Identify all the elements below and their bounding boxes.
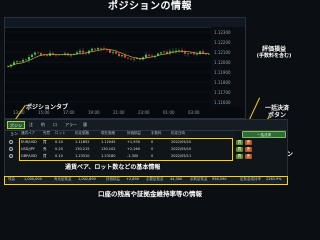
table-header: 通貨ペア 売買 ロット 約定価格 現在価格 評価損益 手数料 約定日時 <box>19 131 235 137</box>
price-tick-label: 1.12100 <box>214 50 231 55</box>
tab-history[interactable]: 履歴 <box>81 121 91 135</box>
candle <box>31 54 33 58</box>
candle <box>118 53 120 57</box>
candle <box>34 52 36 55</box>
candle <box>40 53 42 56</box>
col-side: 売買 <box>43 131 50 135</box>
candle <box>37 52 39 54</box>
basic-info-annotation: 通貨ペア、ロット数などの基本情報 <box>65 164 161 171</box>
col-pair: 通貨ペア <box>21 131 35 135</box>
candle <box>49 53 51 56</box>
candle <box>190 53 192 54</box>
candle <box>94 48 96 50</box>
price-tick-label: 1.12000 <box>214 60 231 65</box>
candle <box>28 57 30 60</box>
price-chart[interactable] <box>5 27 211 107</box>
price-axis: 1.12300 1.12200 1.12100 1.12000 1.11900 1.118… <box>211 27 245 107</box>
candle <box>196 53 198 55</box>
settle-buy-button[interactable]: 買 <box>236 147 243 152</box>
candle <box>151 55 153 57</box>
candle <box>163 51 165 53</box>
candle <box>175 50 177 52</box>
moving-average-line <box>7 48 210 67</box>
bulk-settle-annotation: 一括決済 ボタン <box>255 105 299 119</box>
candle <box>91 48 93 51</box>
candle <box>100 47 102 49</box>
time-tick-label: 03:00 <box>188 110 200 115</box>
settle-buy-button[interactable]: 買 <box>236 154 243 159</box>
close-circle-icon[interactable] <box>9 140 13 144</box>
price-tick-label: 1.11700 <box>214 90 231 95</box>
basic-info-highlight <box>19 138 233 161</box>
col-pnl: 評価損益 <box>127 131 141 135</box>
candle <box>208 54 210 55</box>
price-tick-label: 1.11900 <box>214 70 231 75</box>
close-circle-icon[interactable] <box>9 154 13 158</box>
price-tick-label: 1.11800 <box>214 80 231 85</box>
time-tick-label: 19:00 <box>88 110 100 115</box>
col-time: 約定日時 <box>171 131 185 135</box>
candle <box>22 59 24 62</box>
candle <box>121 55 123 57</box>
candle <box>115 52 117 54</box>
position-panel: ポジション 注文 約定 口座 アラート 履歴 通貨ペア 売買 ロット 約定価格 … <box>4 119 288 181</box>
settle-sell-button[interactable]: 売 <box>245 140 252 145</box>
pnl-annotation: 評価損益 (手数料を含む) <box>249 46 299 60</box>
candle <box>187 53 189 54</box>
account-info-highlight <box>4 176 288 185</box>
candle <box>145 54 147 58</box>
candle <box>148 54 150 56</box>
tab-position[interactable]: ポジション <box>7 121 25 136</box>
candle <box>133 58 135 60</box>
tab-account[interactable]: 口座 <box>51 121 61 135</box>
settle-sell-button[interactable]: 売 <box>245 154 252 159</box>
panel-tabbar: ポジション 注文 約定 口座 アラート 履歴 <box>5 120 287 136</box>
candle <box>70 54 72 56</box>
close-circle-icon[interactable] <box>9 147 13 151</box>
time-tick-label: 21:00 <box>113 110 125 115</box>
account-info-annotation: 口座の残高や証拠金維持率等の情報 <box>98 190 202 198</box>
tab-alert[interactable]: アラート <box>63 121 79 135</box>
tab-order[interactable]: 注文 <box>27 121 37 135</box>
col-current: 現在価格 <box>101 131 115 135</box>
candle <box>166 51 168 54</box>
pnl-annotation-sub: (手数料を含む) <box>256 53 292 59</box>
candle <box>130 58 132 60</box>
candle <box>112 52 114 53</box>
candle <box>124 55 126 58</box>
page-title: ポジションの情報 <box>108 1 192 12</box>
price-tick-label: 1.11600 <box>214 100 231 105</box>
pnl-annotation-title: 評価損益 <box>261 46 286 53</box>
candle <box>16 61 18 63</box>
position-tab-annotation: ポジションタブ <box>26 104 69 111</box>
candle <box>109 49 111 53</box>
candle <box>178 50 180 51</box>
candle <box>193 53 195 55</box>
time-tick-label: 01:00 <box>163 110 175 115</box>
time-tick-label: 23:00 <box>138 110 150 115</box>
settle-sell-button[interactable]: 売 <box>245 147 252 152</box>
settle-buy-button[interactable]: 買 <box>236 140 243 145</box>
candle <box>82 50 84 53</box>
candle <box>46 54 48 56</box>
col-open: 約定価格 <box>75 131 89 135</box>
tab-execution[interactable]: 約定 <box>39 121 49 135</box>
candle <box>19 61 21 62</box>
price-tick-label: 1.12300 <box>214 30 231 35</box>
bulk-settle-button[interactable]: 一括決済 <box>242 131 286 138</box>
candle <box>25 59 27 61</box>
candle <box>160 52 162 54</box>
candle <box>97 47 99 50</box>
bulk-settle-title: 一括決済 <box>264 105 289 112</box>
bulk-settle-sub: ボタン <box>267 112 286 119</box>
candle <box>79 50 81 53</box>
col-fee: 手数料 <box>151 131 162 135</box>
col-lots: ロット <box>55 131 66 135</box>
candle <box>127 57 129 59</box>
price-tick-label: 1.12200 <box>214 40 231 45</box>
candle <box>172 51 174 52</box>
